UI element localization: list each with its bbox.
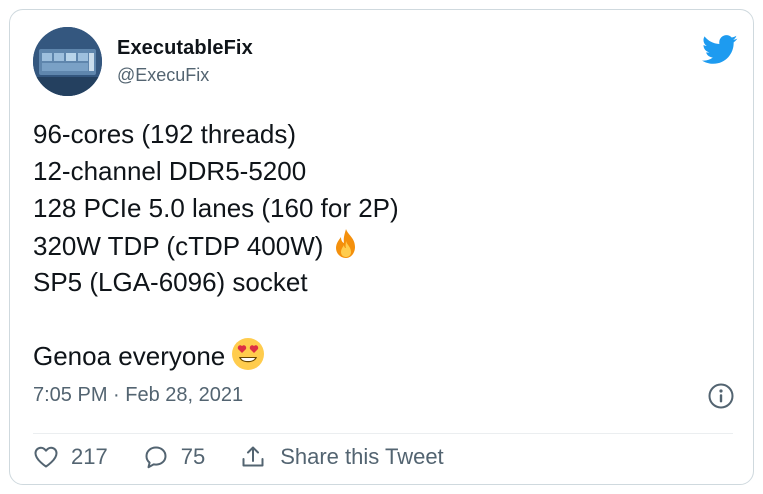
- tweet-line-4-wrapper: 320W TDP (cTDP 400W): [33, 227, 399, 264]
- tweet-line-6: Genoa everyone: [33, 341, 226, 371]
- reply-button[interactable]: 75: [143, 444, 205, 470]
- info-icon[interactable]: [707, 382, 735, 415]
- avatar-image-icon: [33, 27, 102, 96]
- tweet-line-6-wrapper: Genoa everyone: [33, 337, 399, 374]
- fire-emoji-icon: [329, 227, 363, 271]
- heart-eyes-emoji-icon: [231, 337, 265, 381]
- tweet-line-4: 320W TDP (cTDP 400W): [33, 231, 324, 261]
- reply-count: 75: [180, 444, 206, 469]
- share-tweet-button[interactable]: Share this Tweet: [240, 444, 444, 470]
- share-label: Share this Tweet: [280, 444, 444, 469]
- author-handle[interactable]: @ExecuFix: [117, 65, 209, 86]
- tweet-line-3: 128 PCIe 5.0 lanes (160 for 2P): [33, 193, 399, 223]
- share-icon: [242, 446, 264, 467]
- tweet-timestamp[interactable]: 7:05 PM · Feb 28, 2021: [33, 384, 243, 407]
- heart-icon: [34, 446, 58, 468]
- like-count: 217: [71, 444, 108, 469]
- divider: [33, 433, 733, 434]
- reply-bubble-icon: [145, 446, 167, 469]
- twitter-bird-icon[interactable]: [702, 35, 738, 70]
- avatar[interactable]: [33, 27, 102, 96]
- tweet-text: 96-cores (192 threads) 12-channel DDR5-5…: [33, 116, 399, 374]
- tweet-line-2: 12-channel DDR5-5200: [33, 156, 307, 186]
- like-button[interactable]: 217: [33, 444, 108, 470]
- tweet-actions: 217 75 Share this Tweet: [33, 442, 479, 472]
- tweet-line-1: 96-cores (192 threads): [33, 119, 297, 149]
- tweet-card: ExecutableFix @ExecuFix 96-cores (192 th…: [9, 9, 754, 485]
- author-display-name[interactable]: ExecutableFix: [117, 37, 253, 60]
